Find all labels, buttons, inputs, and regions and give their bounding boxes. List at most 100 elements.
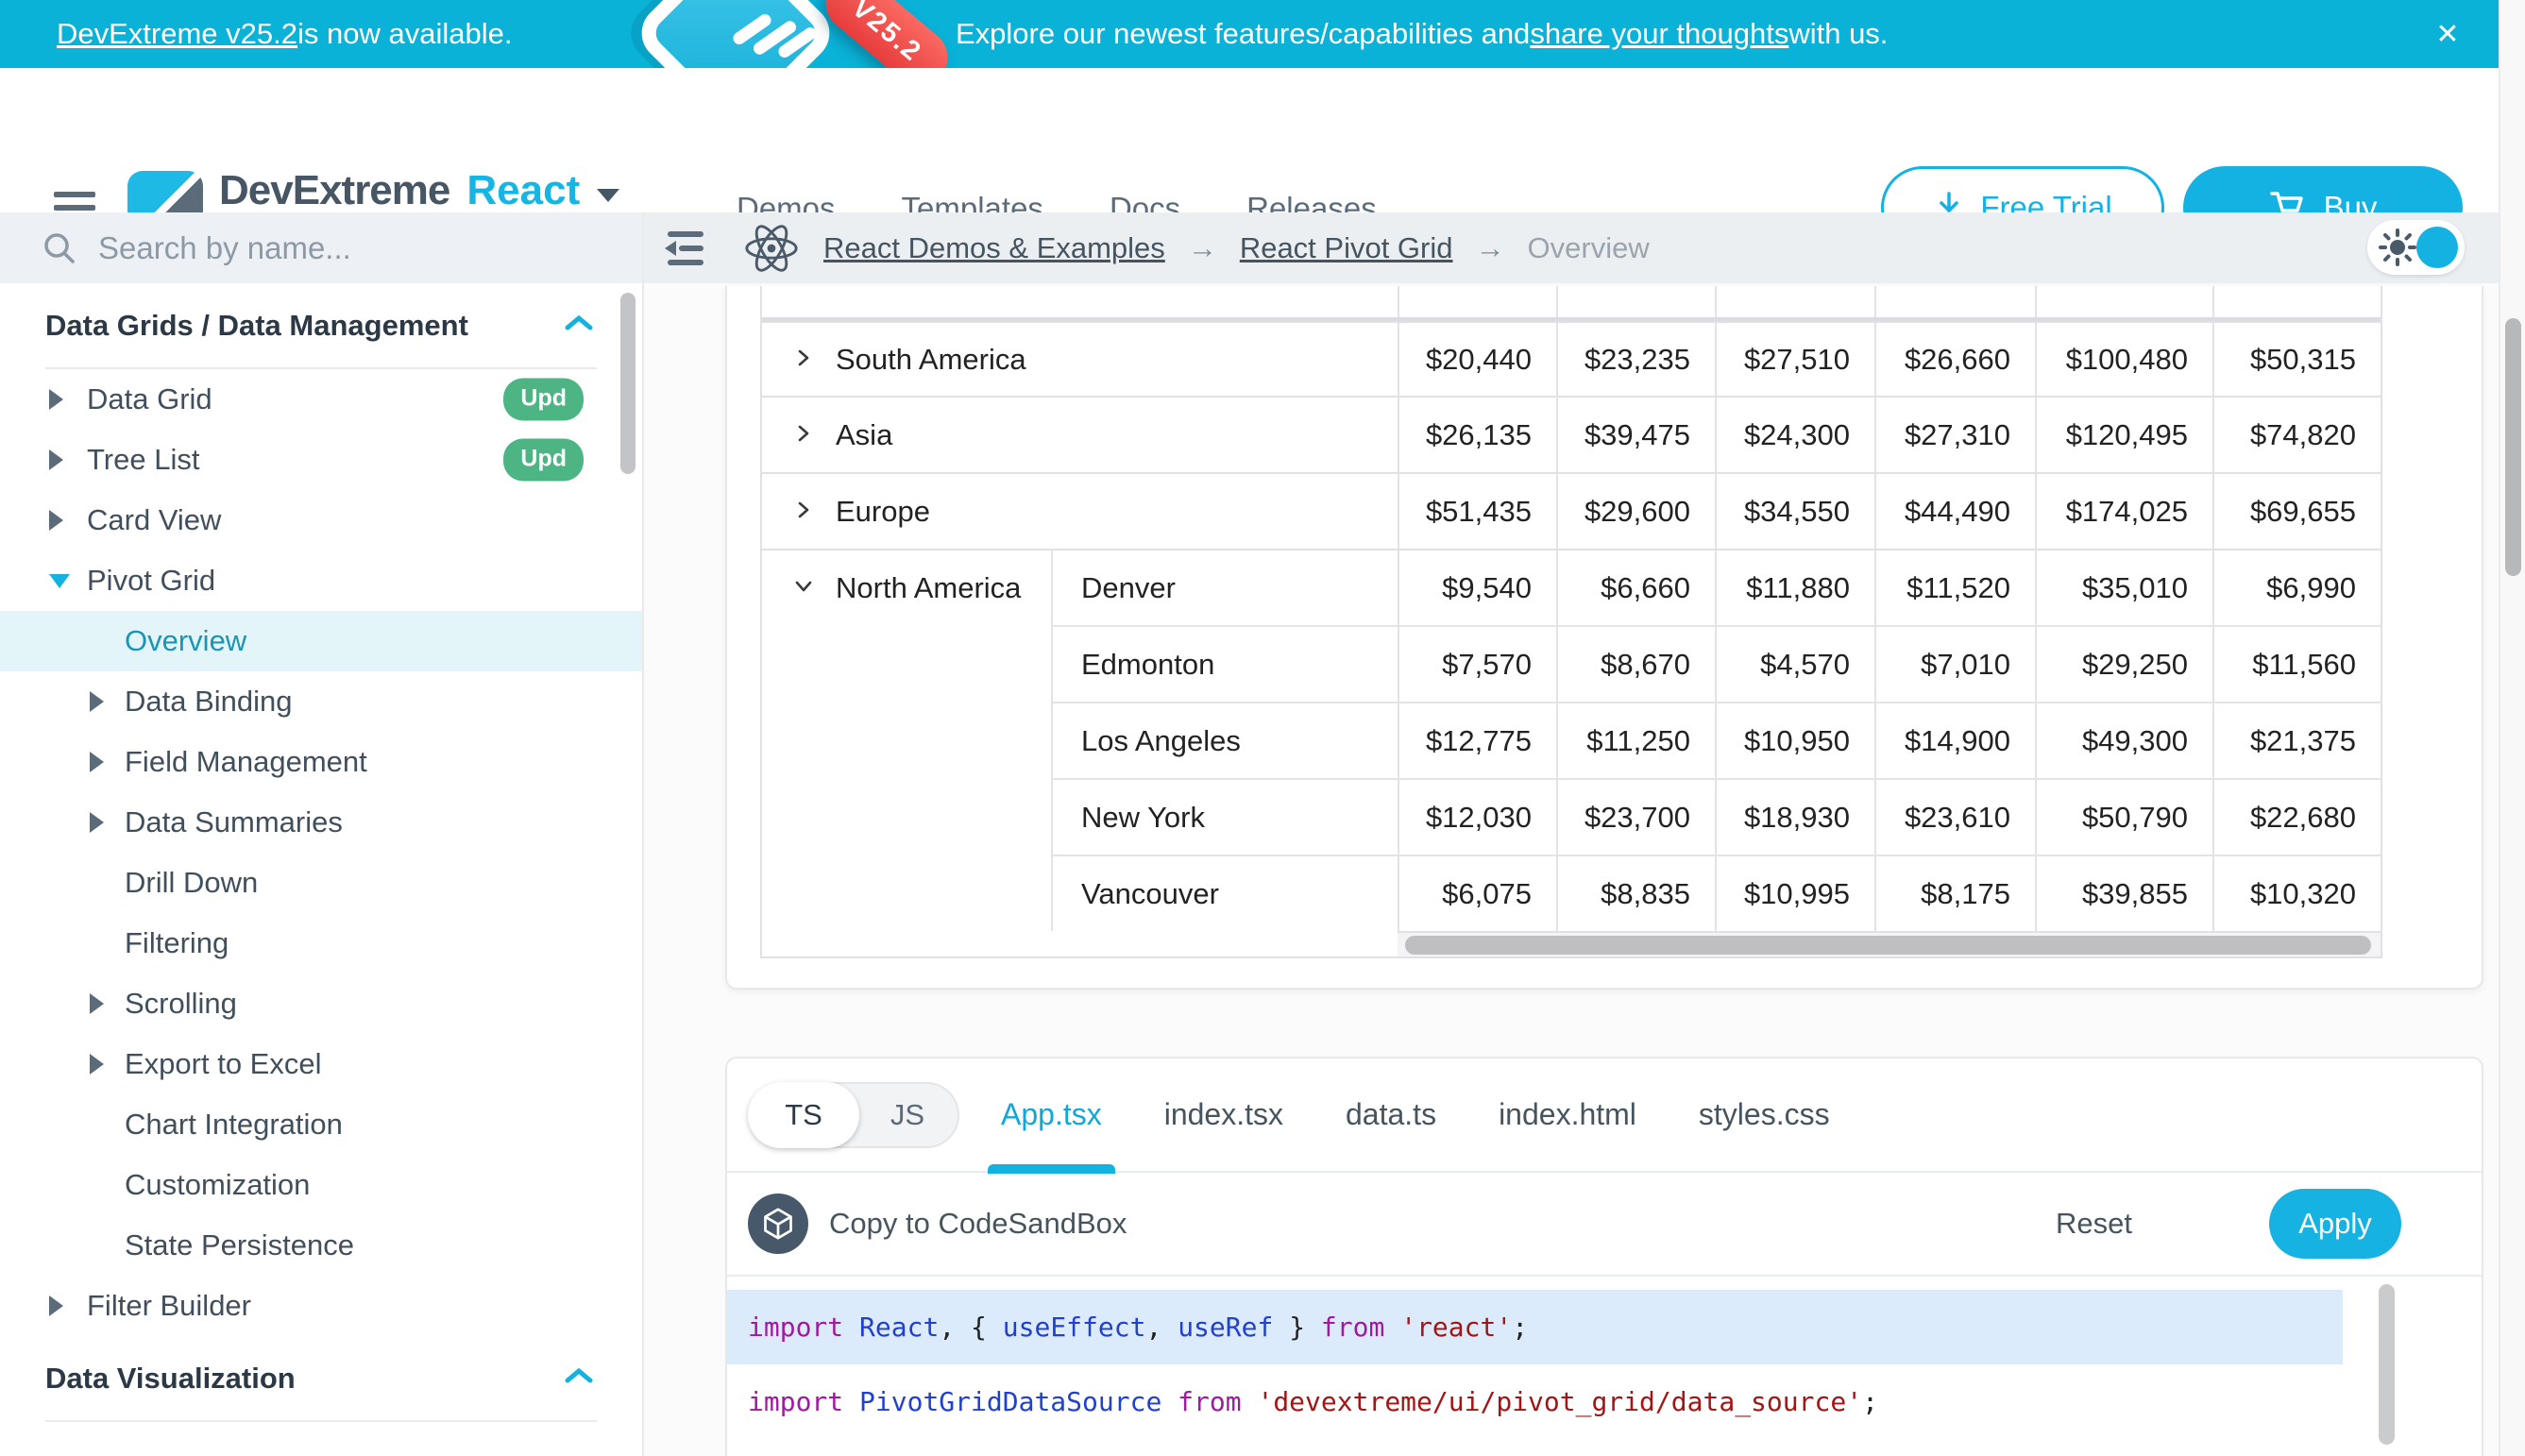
chevron-right-icon [90,752,104,772]
search-input[interactable]: Search by name... [0,212,642,283]
sidebar-item-customization[interactable]: Customization [0,1155,642,1215]
sidebar-item-label: Tree List [87,443,199,477]
platform-dropdown-caret-icon[interactable] [597,189,619,202]
pivot-subrow-denver: Denver$9,540$6,660$11,880$11,520$35,010$… [1051,550,2381,625]
code-tab-index-html[interactable]: index.html [1499,1088,1636,1142]
sidebar-item-field-management[interactable]: Field Management [0,732,642,792]
sidebar-item-scrolling[interactable]: Scrolling [0,973,642,1034]
pivot-value-cell: $9,540 [1398,550,1556,625]
sidebar-item-label: Scrolling [125,987,237,1021]
pivot-hscroll-thumb[interactable] [1405,936,2371,955]
theme-toggle-knob[interactable] [2416,227,2458,268]
chevron-right-icon[interactable] [792,495,815,529]
code-token: import [748,1312,843,1343]
lang-option-js[interactable]: JS [857,1084,957,1146]
share-thoughts-link[interactable]: share your thoughts [1530,17,1788,51]
theme-toggle[interactable] [2367,220,2465,275]
breadcrumb-link-pivot-grid[interactable]: React Pivot Grid [1240,231,1453,265]
sidebar-item-overview[interactable]: Overview [0,611,642,671]
pivot-header-label-cell [762,286,1398,317]
sidebar-item-label: Drill Down [125,866,258,900]
pivot-value-cell: $120,495 [2035,398,2212,472]
pivot-value-cell: $21,375 [2212,703,2381,778]
code-token [1161,1386,1178,1417]
sidebar-item-chart-integration[interactable]: Chart Integration [0,1094,642,1155]
pivot-row-collapse-toggle[interactable]: North America [762,550,1051,605]
pivot-value-cell [1874,286,2035,317]
pivot-value-cell: $39,475 [1556,398,1715,472]
code-token: import [748,1386,843,1417]
pivot-value-cell [1556,286,1715,317]
sidebar-item-label: Card View [87,503,221,537]
sidebar-scrollbar-thumb[interactable] [620,293,635,474]
page-scrollbar-thumb[interactable] [2505,318,2521,576]
pivot-value-cell [2035,286,2212,317]
pivot-row-expand-toggle[interactable]: Asia [762,398,1398,472]
sidebar-item-export-to-excel[interactable]: Export to Excel [0,1034,642,1094]
banner-close-button[interactable]: ✕ [2419,0,2476,68]
pivot-row-expand-toggle[interactable]: South America [762,323,1398,396]
breadcrumb-current: Overview [1528,231,1650,265]
code-tab-app-tsx[interactable]: App.tsx [1001,1088,1102,1142]
pivot-value-cell: $18,930 [1715,780,1874,855]
pivot-hscroll-track[interactable] [1398,931,2381,957]
promo-banner: DevExtreme v25.2 is now available. V25.2… [0,0,2499,68]
banner-version-link[interactable]: DevExtreme v25.2 [57,17,297,51]
page-scrollbar[interactable] [2499,0,2525,1456]
sidebar-item-tree-list[interactable]: Tree ListUpd [0,430,642,490]
chevron-up-icon[interactable] [565,1367,593,1389]
pivot-value-cell: $7,010 [1874,627,2035,702]
lang-option-ts[interactable]: TS [748,1082,859,1148]
sidebar-item-filter-builder[interactable]: Filter Builder [0,1276,642,1336]
pivot-value-cell: $23,700 [1556,780,1715,855]
sidebar-item-data-grid[interactable]: Data GridUpd [0,369,642,430]
banner-announcement: DevExtreme v25.2 is now available. [57,0,512,68]
pivot-value-cell: $23,610 [1874,780,2035,855]
apply-button[interactable]: Apply [2269,1189,2401,1259]
code-token: useRef [1178,1312,1273,1343]
pivot-value-cell: $29,250 [2035,627,2212,702]
pivot-value-cell: $7,570 [1398,627,1556,702]
copy-to-codesandbox-label[interactable]: Copy to CodeSandBox [829,1207,1127,1241]
devextreme-version-logo-icon: V25.2 [587,0,927,68]
sidebar-item-data-binding[interactable]: Data Binding [0,671,642,732]
chevron-right-icon[interactable] [792,418,815,452]
sidebar-item-card-view[interactable]: Card View [0,490,642,550]
reset-button[interactable]: Reset [2056,1207,2132,1241]
pivot-value-cell: $8,835 [1556,856,1715,931]
pivot-value-cell: $51,435 [1398,474,1556,549]
code-tab-index-tsx[interactable]: index.tsx [1164,1088,1283,1142]
pivot-grid: South America$20,440$23,235$27,510$26,66… [760,286,2382,958]
chevron-right-icon [90,812,104,833]
sidebar-item-state-persistence[interactable]: State Persistence [0,1215,642,1276]
pivot-row-expand-toggle[interactable]: Europe [762,474,1398,549]
pivot-row-label: Asia [836,418,892,452]
pivot-value-cell: $6,990 [2212,550,2381,625]
code-tab-data-ts[interactable]: data.ts [1346,1088,1436,1142]
chevron-right-icon [90,1054,104,1075]
sidebar-item-filtering[interactable]: Filtering [0,913,642,973]
codesandbox-icon[interactable] [748,1194,808,1254]
sidebar-item-drill-down[interactable]: Drill Down [0,853,642,913]
pivot-value-cell: $50,790 [2035,780,2212,855]
platform-selector-label[interactable]: React [466,167,580,214]
chevron-right-icon[interactable] [792,343,815,377]
sidebar-section-header-data-grids-data-management[interactable]: Data Grids / Data Management [0,283,642,367]
code-editor[interactable]: import React, { useEffect, useRef } from… [727,1277,2482,1456]
code-scrollbar-thumb[interactable] [2379,1284,2395,1445]
collapse-sidebar-icon[interactable] [661,229,708,267]
sidebar-item-data-summaries[interactable]: Data Summaries [0,792,642,853]
sidebar-item-pivot-grid[interactable]: Pivot Grid [0,550,642,611]
language-toggle[interactable]: TSJS [748,1082,959,1148]
pivot-header-row-partial [762,286,2381,321]
main-content: React Demos & Examples → React Pivot Gri… [644,212,2499,1456]
breadcrumb-link-demos[interactable]: React Demos & Examples [823,231,1165,265]
pivot-value-cell: $69,655 [2212,474,2381,549]
chevron-up-icon[interactable] [565,314,593,336]
sidebar-section-header-data-visualization[interactable]: Data Visualization [0,1336,642,1420]
sidebar-section-title: Data Grids / Data Management [45,309,468,343]
chevron-down-icon[interactable] [792,571,815,605]
code-tab-styles-css[interactable]: styles.css [1699,1088,1830,1142]
pivot-city-cell: New York [1051,780,1398,855]
code-token: PivotGridDataSource [859,1386,1161,1417]
